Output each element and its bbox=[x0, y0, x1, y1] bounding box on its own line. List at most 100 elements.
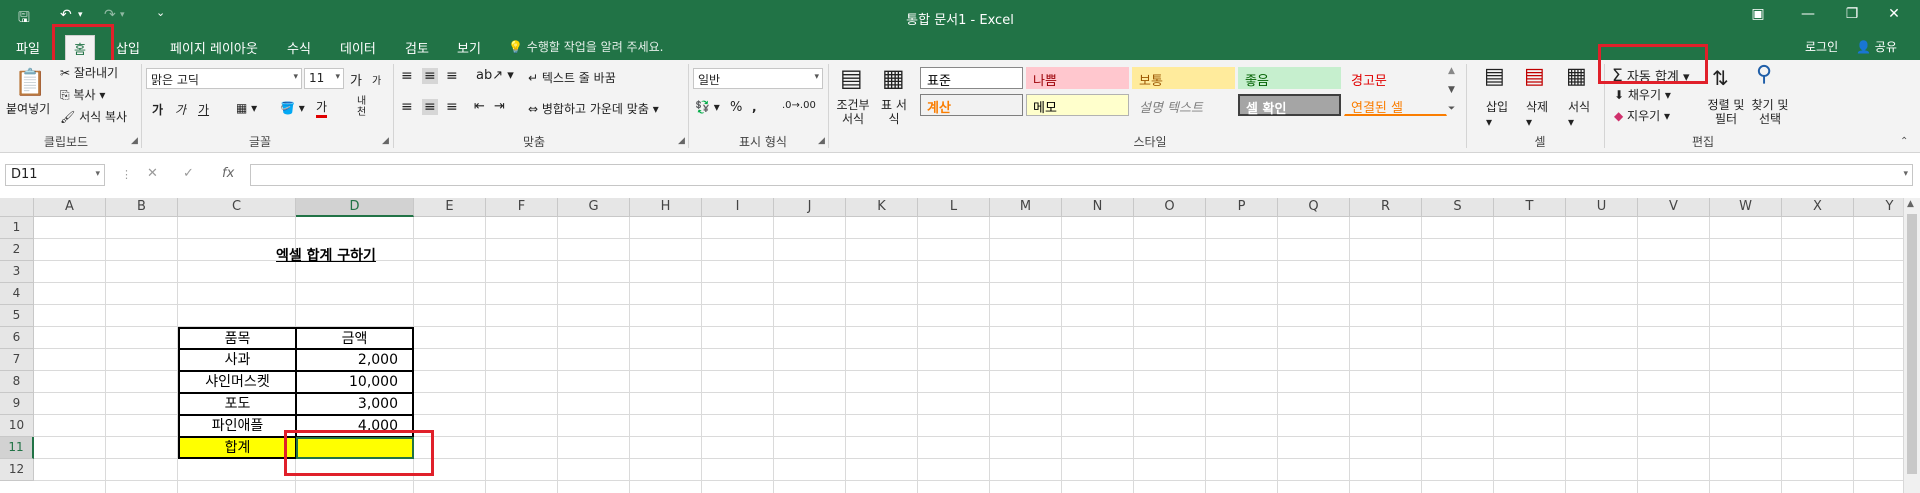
row-header-6[interactable]: 6 bbox=[0, 327, 34, 349]
gallery-down-icon[interactable]: ▼ bbox=[1448, 85, 1455, 95]
cut-button[interactable]: ✂ 잘라내기 bbox=[60, 64, 118, 81]
column-header-c[interactable]: C bbox=[178, 198, 296, 217]
more-options-icon[interactable]: ⋮ bbox=[121, 168, 132, 181]
clear-button[interactable]: ◆ 지우기 ▾ bbox=[1614, 107, 1670, 124]
cell-style-option[interactable]: 나쁨 bbox=[1026, 67, 1129, 89]
alignment-launcher-icon[interactable]: ◢ bbox=[678, 136, 685, 146]
row-header-9[interactable]: 9 bbox=[0, 393, 34, 415]
conditional-format-button[interactable]: 조건부 서식 bbox=[833, 98, 873, 126]
comma-style-icon[interactable]: , bbox=[752, 100, 757, 114]
column-header-h[interactable]: H bbox=[630, 198, 702, 217]
underline-button[interactable]: 가 bbox=[198, 101, 209, 118]
find-select-button[interactable]: 찾기 및 선택 bbox=[1748, 98, 1792, 126]
sort-filter-button[interactable]: 정렬 및 필터 bbox=[1706, 98, 1746, 126]
scroll-thumb[interactable] bbox=[1907, 214, 1917, 474]
font-launcher-icon[interactable]: ◢ bbox=[382, 136, 389, 146]
column-header-t[interactable]: T bbox=[1494, 198, 1566, 217]
tell-me-box[interactable]: 💡 수행할 작업을 알려 주세요. bbox=[508, 38, 663, 55]
cell-style-option[interactable]: 연결된 셀 bbox=[1344, 94, 1447, 116]
item-amount-cell[interactable]: 3,000 bbox=[296, 393, 414, 415]
conditional-format-icon[interactable]: ▤ bbox=[840, 64, 863, 92]
cell-style-option[interactable]: 보통 bbox=[1132, 67, 1235, 89]
bold-button[interactable]: 가 bbox=[152, 101, 163, 118]
format-cells-button[interactable]: 서식 ▾ bbox=[1568, 98, 1590, 129]
item-name-cell[interactable]: 파인애플 bbox=[178, 415, 296, 437]
close-icon[interactable]: ✕ bbox=[1880, 6, 1908, 22]
column-header-m[interactable]: M bbox=[990, 198, 1062, 217]
total-label-cell[interactable]: 합계 bbox=[178, 437, 296, 459]
font-size-combo[interactable]: 11 ▾ bbox=[304, 68, 344, 89]
tab-data[interactable]: 데이터 bbox=[340, 38, 376, 57]
tab-file[interactable]: 파일 bbox=[16, 38, 40, 57]
align-center-icon[interactable]: ≡ bbox=[422, 99, 438, 115]
cell-style-option[interactable]: 표준 bbox=[920, 67, 1023, 89]
name-box[interactable]: D11 ▾ bbox=[5, 164, 105, 186]
share-button[interactable]: 👤 공유 bbox=[1856, 38, 1897, 55]
row-header-8[interactable]: 8 bbox=[0, 371, 34, 393]
increase-indent-icon[interactable]: ⇥ bbox=[494, 99, 505, 114]
vertical-scrollbar[interactable]: ▲ bbox=[1903, 198, 1920, 493]
magnifier-icon[interactable]: ⚲ bbox=[1756, 62, 1772, 87]
select-all-corner[interactable] bbox=[0, 198, 34, 217]
item-name-cell[interactable]: 포도 bbox=[178, 393, 296, 415]
delete-cells-icon[interactable]: ▤ bbox=[1524, 64, 1545, 89]
item-name-cell[interactable]: 사과 bbox=[178, 349, 296, 371]
column-header-g[interactable]: G bbox=[558, 198, 630, 217]
cell-style-option[interactable]: 메모 bbox=[1026, 94, 1129, 116]
tab-review[interactable]: 검토 bbox=[405, 38, 429, 57]
fill-button[interactable]: ⬇ 채우기 ▾ bbox=[1614, 86, 1671, 103]
column-header-f[interactable]: F bbox=[486, 198, 558, 217]
cell-style-option[interactable]: 좋음 bbox=[1238, 67, 1341, 89]
row-header-12[interactable]: 12 bbox=[0, 459, 34, 481]
align-left-icon[interactable]: ≡ bbox=[401, 99, 413, 115]
clipboard-launcher-icon[interactable]: ◢ bbox=[131, 136, 138, 146]
font-color-button[interactable]: 가 bbox=[316, 98, 328, 118]
row-header-2[interactable]: 2 bbox=[0, 239, 34, 261]
expand-formula-icon[interactable]: ▾ bbox=[1903, 169, 1908, 179]
format-painter-button[interactable]: 🖌 서식 복사 bbox=[60, 108, 127, 125]
row-header-5[interactable]: 5 bbox=[0, 305, 34, 327]
insert-cells-button[interactable]: 삽입 ▾ bbox=[1486, 98, 1508, 129]
column-header-r[interactable]: R bbox=[1350, 198, 1422, 217]
cell-style-option[interactable]: 설명 텍스트 bbox=[1132, 94, 1235, 116]
italic-button[interactable]: 가 bbox=[175, 101, 186, 118]
row-header-11[interactable]: 11 bbox=[0, 437, 34, 459]
collapse-ribbon-icon[interactable]: ⌃ bbox=[1900, 136, 1908, 147]
item-amount-cell[interactable]: 2,000 bbox=[296, 349, 414, 371]
cell-style-option[interactable]: 계산 bbox=[920, 94, 1023, 116]
wrap-text-button[interactable]: ↵ 텍스트 줄 바꿈 bbox=[528, 69, 616, 86]
column-header-a[interactable]: A bbox=[34, 198, 106, 217]
align-bottom-icon[interactable]: ≡ bbox=[446, 68, 458, 84]
header-item-cell[interactable]: 품목 bbox=[178, 327, 296, 349]
column-header-l[interactable]: L bbox=[918, 198, 990, 217]
tab-formulas[interactable]: 수식 bbox=[287, 38, 311, 57]
number-launcher-icon[interactable]: ◢ bbox=[818, 136, 825, 146]
column-header-k[interactable]: K bbox=[846, 198, 918, 217]
format-as-table-icon[interactable]: ▦ bbox=[882, 64, 905, 92]
row-header-4[interactable]: 4 bbox=[0, 283, 34, 305]
column-header-e[interactable]: E bbox=[414, 198, 486, 217]
gallery-more-icon[interactable]: ⏷ bbox=[1448, 104, 1455, 114]
orientation-icon[interactable]: ab↗ ▾ bbox=[476, 68, 514, 83]
cancel-icon[interactable]: ✕ bbox=[147, 166, 158, 181]
increase-decimal-icon[interactable]: .0→.00 bbox=[782, 100, 816, 111]
merge-center-button[interactable]: ⇔ 병합하고 가운데 맞춤 ▾ bbox=[528, 100, 659, 117]
cell-style-option[interactable]: 셀 확인 bbox=[1238, 94, 1341, 117]
insert-function-icon[interactable]: fx bbox=[222, 166, 234, 181]
column-header-b[interactable]: B bbox=[106, 198, 178, 217]
column-header-x[interactable]: X bbox=[1782, 198, 1854, 217]
minimize-icon[interactable]: — bbox=[1794, 6, 1822, 22]
column-header-n[interactable]: N bbox=[1062, 198, 1134, 217]
shrink-font-button[interactable]: 가 bbox=[372, 72, 381, 87]
decrease-indent-icon[interactable]: ⇤ bbox=[474, 99, 485, 114]
column-header-p[interactable]: P bbox=[1206, 198, 1278, 217]
align-top-icon[interactable]: ≡ bbox=[401, 68, 413, 84]
column-header-u[interactable]: U bbox=[1566, 198, 1638, 217]
column-header-j[interactable]: J bbox=[774, 198, 846, 217]
column-header-q[interactable]: Q bbox=[1278, 198, 1350, 217]
column-header-d[interactable]: D bbox=[296, 198, 414, 217]
number-format-combo[interactable]: 일반 ▾ bbox=[693, 68, 823, 89]
column-header-s[interactable]: S bbox=[1422, 198, 1494, 217]
sort-filter-icon[interactable]: ⇅ bbox=[1712, 66, 1729, 90]
fill-color-icon[interactable]: 🪣 ▾ bbox=[280, 101, 305, 115]
